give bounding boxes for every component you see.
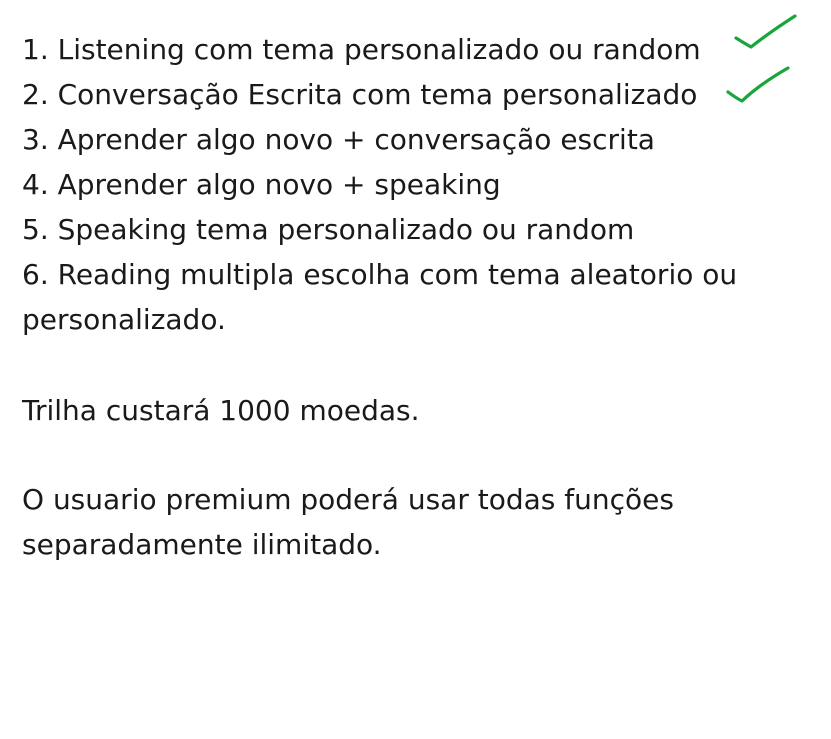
checkmark-icon xyxy=(726,66,790,103)
list-item: 6. Reading multipla escolha com tema ale… xyxy=(22,258,738,336)
list-item: 4. Aprender algo novo + speaking xyxy=(22,168,501,201)
feature-list: 1. Listening com tema personalizado ou r… xyxy=(22,27,802,342)
checkmark-icon xyxy=(734,14,797,49)
list-item: 3. Aprender algo novo + conversação escr… xyxy=(22,123,655,156)
premium-paragraph: O usuario premium poderá usar todas funç… xyxy=(22,483,674,561)
list-item: 2. Conversação Escrita com tema personal… xyxy=(22,78,698,111)
cost-paragraph: Trilha custará 1000 moedas. xyxy=(22,394,420,427)
list-item: 1. Listening com tema personalizado ou r… xyxy=(22,33,701,66)
note-page: 1. Listening com tema personalizado ou r… xyxy=(0,0,831,739)
list-item: 5. Speaking tema personalizado ou random xyxy=(22,213,635,246)
